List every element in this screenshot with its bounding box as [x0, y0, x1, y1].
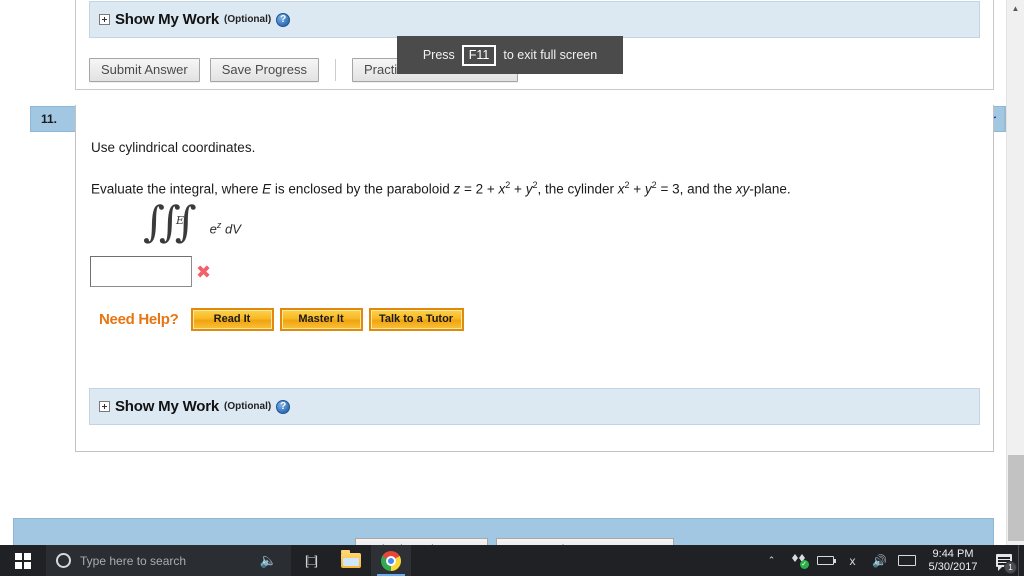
eq2-y: y: [644, 181, 652, 197]
instruction-text: Use cylindrical coordinates.: [91, 140, 256, 155]
task-view-icon: [□]: [304, 553, 318, 568]
expand-icon[interactable]: [99, 401, 110, 412]
screenshot-root: Show My Work (Optional) ? Submit Answer …: [0, 0, 1024, 576]
dropbox-tray-icon[interactable]: ✓: [785, 545, 812, 576]
start-button[interactable]: [0, 545, 46, 576]
wifi-icon: x: [849, 553, 856, 568]
tray-expand-button[interactable]: ⌃: [758, 545, 785, 576]
f11-key-badge: F11: [461, 44, 497, 66]
clock-time: 9:44 PM: [932, 547, 974, 560]
battery-icon: [817, 556, 836, 565]
chevron-up-icon: ⌃: [767, 555, 776, 565]
dropbox-icon: ✓: [791, 554, 809, 569]
integrand-base: e: [209, 221, 217, 237]
fullscreen-hint-press: Press: [422, 48, 455, 62]
save-progress-button[interactable]: Save Progress: [209, 58, 319, 82]
triple-integral-sign: ∫∫∫ E: [143, 201, 197, 243]
speaker-icon: 🔊: [872, 553, 887, 568]
integral-subscript: E: [176, 214, 185, 227]
windows-taskbar: Type here to search 🔈 [□] ⌃ ✓ x 🔊 9:44 P…: [0, 545, 1024, 576]
file-explorer-button[interactable]: [331, 545, 371, 576]
notification-badge: 1: [1004, 561, 1017, 574]
talk-to-a-tutor-button[interactable]: Talk to a Tutor: [368, 308, 464, 331]
windows-logo-icon: [15, 552, 31, 569]
battery-tray-icon[interactable]: [812, 545, 839, 576]
fullscreen-hint-overlay: Press F11 to exit full screen: [397, 36, 623, 74]
taskbar-clock[interactable]: 9:44 PM 5/30/2017: [920, 548, 990, 574]
chrome-icon: [381, 550, 401, 571]
show-desktop-button[interactable]: [1018, 545, 1024, 576]
read-it-button[interactable]: Read It: [190, 308, 274, 331]
show-my-work-optional-label: (Optional): [224, 14, 272, 25]
scrollbar-thumb[interactable]: [1008, 455, 1024, 541]
show-my-work-label: Show My Work: [115, 398, 219, 415]
vertical-scrollbar[interactable]: ▲: [1006, 0, 1024, 545]
eq1-d: +: [510, 181, 526, 197]
integrand: ez dV: [210, 220, 241, 236]
help-icon[interactable]: ?: [276, 12, 291, 27]
integrand-exponent: z: [216, 220, 222, 230]
prompt-part-3: the cylinder: [541, 181, 618, 197]
question-number: 11.: [41, 112, 58, 126]
eq2-d: = 3,: [656, 181, 684, 197]
show-my-work-bar-previous[interactable]: Show My Work (Optional) ?: [89, 1, 980, 38]
submit-answer-button[interactable]: Submit Answer: [89, 58, 200, 82]
network-tray-icon[interactable]: x: [839, 545, 866, 576]
prompt-part-1: Evaluate the integral, where: [91, 181, 263, 197]
need-help-row: Need Help? Read It Master It Talk to a T…: [99, 308, 470, 331]
keyboard-icon: [897, 555, 916, 566]
eq2-b: +: [629, 181, 645, 197]
prompt-xy: xy: [735, 181, 750, 197]
answer-input[interactable]: [90, 256, 192, 287]
assignment-button-row: Submit Assignment Save Assignment Progre…: [355, 538, 675, 545]
prompt-var-e: E: [262, 181, 272, 197]
integral-measure: dV: [225, 221, 241, 237]
system-tray: ⌃ ✓ x 🔊 9:44 PM 5/30/2017 1: [758, 545, 1024, 576]
integral-expression: ∫∫∫ E ez dV: [143, 201, 241, 243]
prompt-part-4: and the: [683, 181, 736, 197]
action-center-button[interactable]: 1: [990, 545, 1018, 576]
clock-date: 5/30/2017: [928, 560, 978, 573]
task-view-button[interactable]: [□]: [291, 545, 331, 576]
expand-icon[interactable]: [99, 14, 110, 25]
master-it-button[interactable]: Master It: [279, 308, 363, 331]
eq2-x: x: [617, 181, 625, 197]
taskbar-search-box[interactable]: Type here to search 🔈: [46, 545, 291, 576]
webassign-page: Show My Work (Optional) ? Submit Answer …: [0, 0, 1006, 545]
prompt-part-2: is enclosed by the paraboloid: [271, 181, 454, 197]
scroll-up-arrow-icon[interactable]: ▲: [1007, 0, 1024, 17]
question-prompt: Evaluate the integral, where E is enclos…: [91, 180, 791, 197]
volume-tray-icon[interactable]: 🔊: [866, 545, 893, 576]
show-my-work-optional-label: (Optional): [224, 401, 272, 412]
chrome-button[interactable]: [371, 545, 411, 576]
save-assignment-progress-button[interactable]: Save Assignment Progress: [496, 538, 675, 545]
keyboard-tray-icon[interactable]: [893, 545, 920, 576]
folder-icon: [341, 550, 361, 568]
cortana-icon: [56, 553, 71, 568]
button-divider: [334, 59, 336, 81]
help-icon[interactable]: ?: [276, 399, 291, 414]
incorrect-icon: ✖: [196, 262, 212, 283]
show-my-work-bar-current[interactable]: Show My Work (Optional) ?: [89, 388, 980, 425]
fullscreen-hint-exit: to exit full screen: [503, 48, 598, 62]
submit-assignment-button[interactable]: Submit Assignment: [355, 538, 489, 545]
show-my-work-label: Show My Work: [115, 11, 219, 28]
microphone-icon[interactable]: 🔈: [260, 552, 277, 569]
need-help-label: Need Help?: [99, 311, 179, 328]
prompt-part-5: -plane.: [749, 181, 791, 197]
eq1-b: = 2 +: [460, 181, 499, 197]
sync-check-icon: ✓: [799, 560, 809, 569]
search-placeholder: Type here to search: [80, 553, 187, 568]
current-question-card: Use cylindrical coordinates. Evaluate th…: [75, 105, 994, 452]
